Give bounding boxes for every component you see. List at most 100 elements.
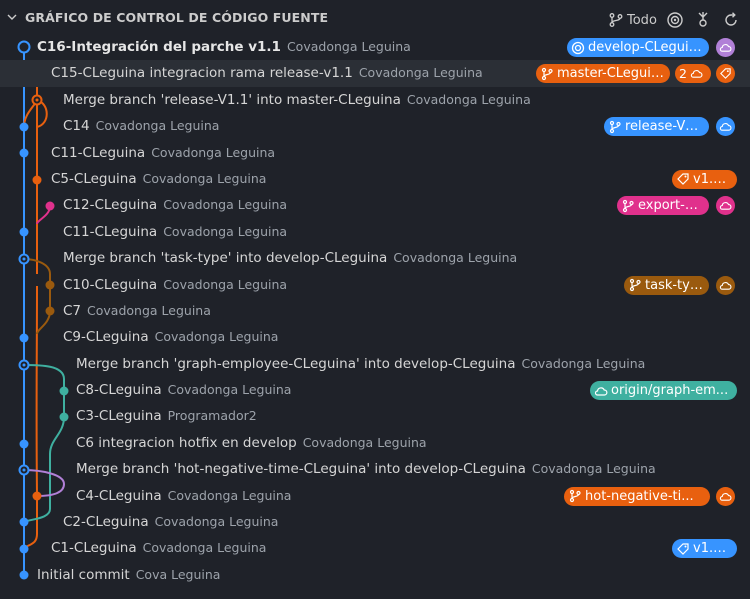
cloud-icon [719, 123, 732, 131]
commit-message: Merge branch 'task-type' into develop-CL… [63, 250, 518, 267]
commit-row[interactable]: C1-CLeguina Covadonga Leguina v1.0.0 [0, 535, 750, 561]
target-icon [667, 12, 683, 28]
commit-row[interactable]: Merge branch 'task-type' into develop-CL… [0, 245, 750, 271]
commit-row[interactable]: C7 Covadonga Leguina [0, 298, 750, 324]
commit-author: Covadonga Leguina [163, 223, 288, 239]
remote-ahead-count[interactable]: 2 [675, 64, 711, 84]
tag-badge-master[interactable] [716, 64, 735, 84]
refresh-button[interactable] [722, 10, 742, 30]
commit-author: Covadonga Leguina [142, 170, 267, 186]
refresh-icon [725, 12, 737, 26]
cloud-icon [719, 492, 732, 501]
commit-author: Covadonga Leguina [167, 382, 292, 398]
commit-author: Covadonga Leguina [163, 197, 288, 213]
chevron-down-icon[interactable] [6, 11, 18, 23]
branch-badge-develop[interactable]: develop-CLeguina [567, 38, 709, 57]
commit-message: C12-CLeguina Covadonga Leguina [63, 197, 288, 214]
commit-row[interactable]: C9-CLeguina Covadonga Leguina [0, 324, 750, 350]
commit-row[interactable]: C2-CLeguina Covadonga Leguina [0, 509, 750, 535]
commit-author: Covadonga Leguina [87, 302, 211, 318]
commit-author: Covadonga Leguina [286, 39, 411, 54]
fetch-button[interactable] [694, 10, 714, 30]
commit-message: C8-CLeguina Covadonga Leguina [76, 382, 292, 399]
commit-author: Covadonga Leguina [163, 276, 288, 292]
branch-icon [629, 278, 641, 292]
commit-row[interactable]: C16-Integración del parche v1.1 Covadonga… [0, 34, 750, 60]
commit-row[interactable]: C11-CLeguina Covadonga Leguina [0, 219, 750, 245]
commit-message: Initial commit Cova Leguina [37, 566, 221, 583]
commit-message: C1-CLeguina Covadonga Leguina [51, 540, 267, 557]
commit-row[interactable]: C12-CLeguina Covadonga Leguina export-csv [0, 192, 750, 218]
branch-badge-task-type[interactable]: task-type [624, 275, 709, 295]
commit-message: C15-CLeguina integracion rama release-v1… [51, 65, 483, 82]
cloud-badge-export[interactable] [716, 196, 735, 216]
commit-list: C16-Integración del parche v1.1 Covadonga… [0, 34, 750, 588]
commit-message: Merge branch 'hot-negative-time-CLeguina… [76, 461, 656, 478]
commit-message: C7 Covadonga Leguina [63, 302, 211, 319]
commit-author: Covadonga Leguina [406, 91, 531, 107]
graph-panel-header: GRÁFICO DE CONTROL DE CÓDIGO FUENTE Todo [0, 0, 750, 33]
remote-branch-badge-graph-employee[interactable]: origin/graph-em... [590, 381, 737, 401]
commit-message: C3-CLeguina Programador2 [76, 408, 257, 425]
cloud-badge-task-type[interactable] [716, 275, 735, 295]
branch-icon [622, 199, 634, 212]
go-to-current-button[interactable] [666, 10, 686, 30]
commit-row[interactable]: C6 integracion hotfix en develop Covadong… [0, 430, 750, 456]
commit-row[interactable]: Merge branch 'release-V1.1' into master-… [0, 87, 750, 113]
tag-icon [720, 68, 731, 80]
cloud-badge-develop[interactable] [716, 38, 735, 57]
commit-row[interactable]: C10-CLeguina Covadonga Leguina task-type [0, 272, 750, 298]
commit-row[interactable]: C4-CLeguina Covadonga Leguina hot-negativ… [0, 483, 750, 509]
panel-title: GRÁFICO DE CONTROL DE CÓDIGO FUENTE [25, 10, 329, 25]
commit-author: Covadonga Leguina [154, 329, 279, 345]
branch-icon [569, 490, 581, 503]
commit-author: Covadonga Leguina [358, 65, 483, 81]
commit-row[interactable]: C14 Covadonga Leguina release-V1.1 [0, 113, 750, 139]
branch-badge-hot-negative[interactable]: hot-negative-ti... [564, 486, 710, 506]
commit-message: C9-CLeguina Covadonga Leguina [63, 329, 279, 346]
commit-author: Covadonga Leguina [151, 144, 276, 160]
cloud-icon [719, 281, 732, 290]
commit-author: Programador2 [167, 408, 257, 424]
tag-icon [677, 173, 689, 186]
tag-icon [677, 543, 689, 555]
cloud-badge-hot-negative[interactable] [716, 486, 735, 506]
commit-message: Merge branch 'release-V1.1' into master-… [63, 91, 531, 108]
branch-filter-button[interactable]: Todo [608, 10, 660, 30]
commit-message: C4-CLeguina Covadonga Leguina [76, 487, 292, 504]
branch-icon [609, 13, 623, 27]
branch-badge-master[interactable]: master-CLeguina [536, 64, 670, 84]
commit-author: Covadonga Leguina [167, 487, 292, 503]
commit-row[interactable]: C3-CLeguina Programador2 [0, 403, 750, 429]
commit-author: Covadonga Leguina [142, 540, 267, 556]
commit-row[interactable]: C15-CLeguina integracion rama release-v1… [0, 60, 750, 87]
tag-badge-v100[interactable]: v1.0.0 [672, 539, 737, 559]
cloud-icon [719, 44, 732, 52]
commit-row[interactable]: C11-CLeguina Covadonga Leguina [0, 140, 750, 166]
commit-row[interactable]: Initial commit Cova Leguina [0, 562, 750, 588]
commit-message: C6 integracion hotfix en develop Covadong… [76, 434, 427, 451]
cloud-badge-release[interactable] [716, 117, 735, 137]
cloud-icon [719, 202, 732, 211]
branch-badge-export[interactable]: export-csv [617, 196, 709, 216]
commit-author: Covadonga Leguina [393, 250, 518, 266]
commit-message: C14 Covadonga Leguina [63, 118, 220, 135]
commit-row[interactable]: C8-CLeguina Covadonga Leguina origin/grap… [0, 377, 750, 403]
commit-author: Covadonga Leguina [154, 514, 279, 530]
commit-message: C10-CLeguina Covadonga Leguina [63, 276, 288, 293]
branch-badge-release[interactable]: release-V1.1 [604, 117, 709, 137]
commit-message: C2-CLeguina Covadonga Leguina [63, 514, 279, 531]
commit-message: Merge branch 'graph-employee-CLeguina' i… [76, 355, 646, 372]
commit-author: Covadonga Leguina [521, 355, 646, 371]
commit-row[interactable]: Merge branch 'hot-negative-time-CLeguina… [0, 456, 750, 482]
commit-author: Cova Leguina [135, 566, 221, 582]
tag-badge-v101[interactable]: v1.0.1 [672, 169, 737, 189]
commit-message: C11-CLeguina Covadonga Leguina [63, 223, 288, 240]
target-icon [571, 41, 585, 54]
commit-row[interactable]: Merge branch 'graph-employee-CLeguina' i… [0, 351, 750, 377]
scrollbar[interactable] [744, 34, 750, 594]
commit-row[interactable]: C5-CLeguina Covadonga Leguina v1.0.1 [0, 166, 750, 192]
cloud-icon [594, 386, 608, 396]
commit-author: Covadonga Leguina [531, 461, 656, 477]
branch-filter-label: Todo [627, 12, 657, 28]
